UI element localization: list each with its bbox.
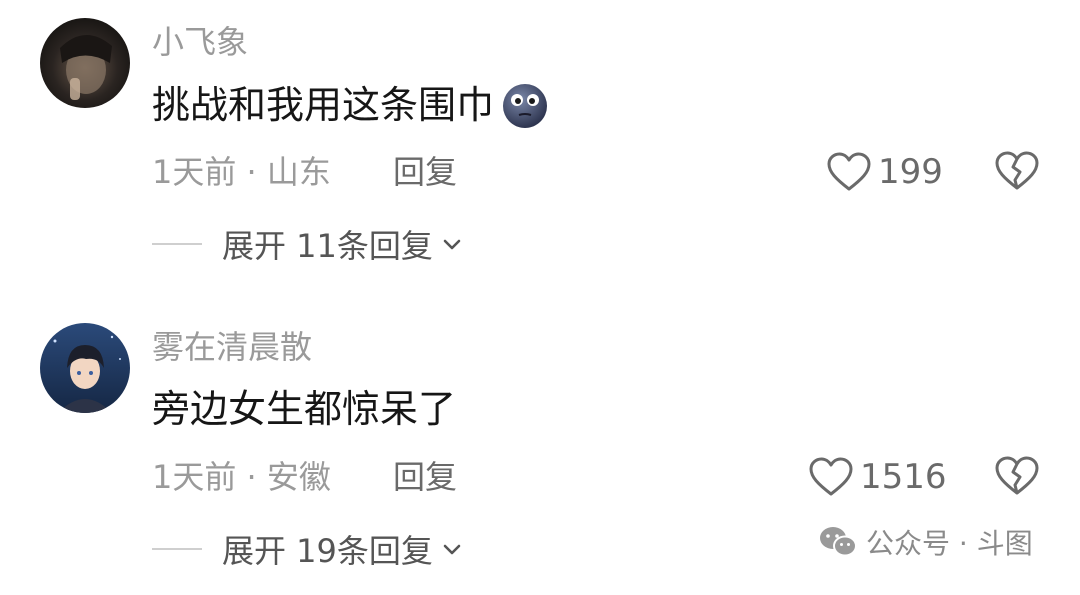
avatar[interactable] [40,323,130,413]
chevron-down-icon [443,239,461,250]
username[interactable]: 小飞象 [152,22,248,62]
chevron-down-icon [443,544,461,555]
heart-icon [809,457,853,496]
divider [152,243,202,245]
comment-text: 旁边女生都惊呆了 [152,385,456,433]
reply-button[interactable]: 回复 [393,455,457,499]
like-button[interactable]: 199 [826,148,943,196]
username[interactable]: 雾在清晨散 [152,327,312,367]
expand-replies-button[interactable]: 展开 19条回复 [152,527,463,571]
watermark-text: 公众号 · 斗图 [866,527,1033,560]
reply-button[interactable]: 回复 [393,150,457,194]
emoji-face-icon [500,80,550,130]
wechat-icon [820,527,857,557]
like-count: 199 [878,152,943,192]
heart-icon [827,152,871,191]
watermark: 公众号 · 斗图 [818,522,1033,562]
comment-text-content: 挑战和我用这条围巾 [152,83,495,127]
expand-replies-label: 展开 11条回复 [222,227,433,265]
broken-heart-icon[interactable] [994,453,1040,499]
comment-text: 挑战和我用这条围巾 [152,80,550,130]
comment-meta: 1天前 · 安徽 [152,458,331,496]
avatar[interactable] [40,18,130,108]
comment-meta: 1天前 · 山东 [152,153,331,191]
broken-heart-icon[interactable] [994,148,1040,194]
divider [152,548,202,550]
expand-replies-button[interactable]: 展开 11条回复 [152,222,463,266]
like-button[interactable]: 1516 [808,453,947,501]
comment-item: 小飞象 挑战和我用这条围巾 1天前 · 山东 回复 199 展开 11条回复 [0,0,1080,290]
like-count: 1516 [860,457,947,497]
comment-text-content: 旁边女生都惊呆了 [152,387,457,431]
expand-replies-label: 展开 19条回复 [222,532,433,570]
